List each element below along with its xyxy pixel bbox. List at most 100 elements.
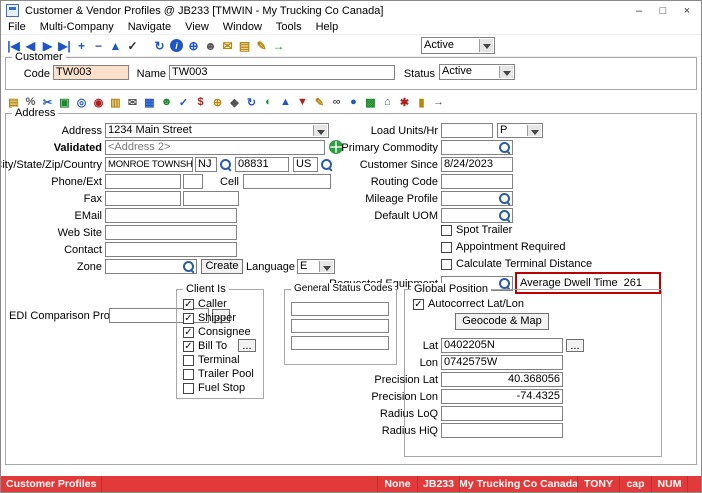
mail-icon[interactable]: ✉: [219, 37, 236, 54]
menu-window[interactable]: Window: [216, 21, 269, 33]
record-icon[interactable]: ●: [345, 94, 362, 111]
menu-help[interactable]: Help: [309, 21, 346, 33]
menu-file[interactable]: File: [1, 21, 33, 33]
sort-up-icon[interactable]: ▲: [107, 37, 124, 54]
diamond-icon[interactable]: ◆: [226, 94, 243, 111]
grid-icon[interactable]: ▩: [362, 94, 379, 111]
menu-navigate[interactable]: Navigate: [121, 21, 178, 33]
consignee-checkbox[interactable]: ✓ Consignee: [183, 326, 251, 338]
address2-field[interactable]: <Address 2>: [105, 140, 325, 155]
geocode-map-button[interactable]: Geocode & Map: [455, 313, 549, 330]
lat-field[interactable]: 0402205N: [441, 338, 563, 353]
radius-hiq-field[interactable]: [441, 423, 563, 438]
precision-lat-field[interactable]: 40.368056: [441, 372, 563, 387]
routing-code-field[interactable]: [441, 174, 513, 189]
load-units-uom-dropdown[interactable]: P: [497, 123, 543, 138]
folder-icon[interactable]: ▤: [236, 37, 253, 54]
website-field[interactable]: [105, 225, 237, 240]
create-zone-button[interactable]: Create: [201, 259, 243, 274]
general-status-code-2-field[interactable]: [291, 319, 389, 333]
star-icon[interactable]: ✱: [396, 94, 413, 111]
mileage-profile-lookup-icon[interactable]: [498, 192, 511, 205]
user-icon[interactable]: ☻: [202, 37, 219, 54]
fax-field[interactable]: [105, 191, 181, 206]
refresh-icon[interactable]: ↻: [151, 37, 168, 54]
export-icon[interactable]: →: [430, 94, 447, 111]
email-field[interactable]: [105, 208, 237, 223]
country-field[interactable]: US: [293, 157, 318, 172]
load-units-field[interactable]: [441, 123, 493, 138]
sort-down-icon[interactable]: ▼: [294, 94, 311, 111]
menu-multi-company[interactable]: Multi-Company: [33, 21, 121, 33]
mail-icon[interactable]: ✉: [124, 94, 141, 111]
close-button[interactable]: ×: [675, 1, 699, 20]
radius-loq-field[interactable]: [441, 406, 563, 421]
chevron-down-icon[interactable]: [313, 125, 327, 136]
fax2-field[interactable]: [183, 191, 239, 206]
cell-field[interactable]: [243, 174, 331, 189]
globe-icon[interactable]: ⊕: [209, 94, 226, 111]
table-icon[interactable]: ▦: [141, 94, 158, 111]
average-dwell-time-value[interactable]: 261: [624, 277, 642, 289]
trailer-pool-checkbox[interactable]: Trailer Pool: [183, 368, 254, 380]
shipper-checkbox[interactable]: ✓ Shipper: [183, 312, 236, 324]
lat-browse-button[interactable]: ...: [566, 339, 584, 352]
chevron-down-icon[interactable]: [479, 39, 493, 52]
language-dropdown[interactable]: E: [297, 259, 335, 274]
lon-field[interactable]: 0742575W: [441, 355, 563, 370]
add-record-icon[interactable]: +: [73, 37, 90, 54]
spot-trailer-checkbox[interactable]: Spot Trailer: [441, 224, 512, 236]
edit-icon[interactable]: ✎: [311, 94, 328, 111]
bill-to-browse-button[interactable]: ...: [238, 339, 256, 352]
confirm-check-icon[interactable]: ✓: [124, 37, 141, 54]
caller-checkbox[interactable]: ✓ Caller: [183, 298, 227, 310]
refresh-icon[interactable]: ↻: [243, 94, 260, 111]
info-icon[interactable]: i: [170, 39, 183, 52]
ext-field[interactable]: [183, 174, 203, 189]
home-icon[interactable]: ⌂: [379, 94, 396, 111]
country-lookup-icon[interactable]: [320, 158, 333, 171]
general-status-code-3-field[interactable]: [291, 336, 389, 350]
calculate-terminal-distance-checkbox[interactable]: Calculate Terminal Distance: [441, 258, 592, 270]
minimize-button[interactable]: –: [627, 1, 651, 20]
export-icon[interactable]: →: [270, 37, 287, 54]
chevron-down-icon[interactable]: [499, 66, 513, 78]
zone-lookup-icon[interactable]: [182, 260, 195, 273]
chart-icon[interactable]: ▮: [413, 94, 430, 111]
search-icon[interactable]: ◎: [73, 94, 90, 111]
address-dropdown[interactable]: 1234 Main Street: [105, 123, 329, 138]
currency-icon[interactable]: $: [192, 94, 209, 111]
customer-since-field[interactable]: 8/24/2023: [441, 157, 513, 172]
link-icon[interactable]: ∞: [328, 94, 345, 111]
chevron-down-icon[interactable]: [319, 261, 333, 272]
check-icon[interactable]: ✓: [175, 94, 192, 111]
fuel-stop-checkbox[interactable]: Fuel Stop: [183, 382, 245, 394]
bill-to-checkbox[interactable]: ✓ Bill To: [183, 340, 227, 352]
appointment-required-checkbox[interactable]: Appointment Required: [441, 241, 565, 253]
zoom-icon[interactable]: ◉: [90, 94, 107, 111]
state-field[interactable]: NJ: [195, 157, 217, 172]
user-icon[interactable]: ☻: [158, 94, 175, 111]
city-field[interactable]: MONROE TOWNSHIP: [105, 157, 193, 172]
clock-icon[interactable]: ◐: [260, 94, 277, 111]
maximize-button[interactable]: □: [651, 1, 675, 20]
sort-up-icon[interactable]: ▲: [277, 94, 294, 111]
document-icon[interactable]: ▥: [107, 94, 124, 111]
terminal-checkbox[interactable]: Terminal: [183, 354, 240, 366]
status-dropdown[interactable]: Active: [439, 64, 515, 80]
zip-field[interactable]: 08831: [235, 157, 289, 172]
menu-tools[interactable]: Tools: [269, 21, 309, 33]
chevron-down-icon[interactable]: [527, 125, 541, 136]
code-field[interactable]: TW003: [53, 65, 129, 80]
contact-field[interactable]: [105, 242, 237, 257]
menu-view[interactable]: View: [178, 21, 216, 33]
precision-lon-field[interactable]: -74.4325: [441, 389, 563, 404]
phone-field[interactable]: [105, 174, 181, 189]
mode-dropdown[interactable]: Active: [421, 37, 495, 54]
delete-record-icon[interactable]: −: [90, 37, 107, 54]
state-lookup-icon[interactable]: [219, 158, 232, 171]
globe-icon[interactable]: ⊕: [185, 37, 202, 54]
general-status-code-1-field[interactable]: [291, 302, 389, 316]
autocorrect-latlon-checkbox[interactable]: ✓ Autocorrect Lat/Lon: [413, 298, 524, 310]
edit-icon[interactable]: ✎: [253, 37, 270, 54]
